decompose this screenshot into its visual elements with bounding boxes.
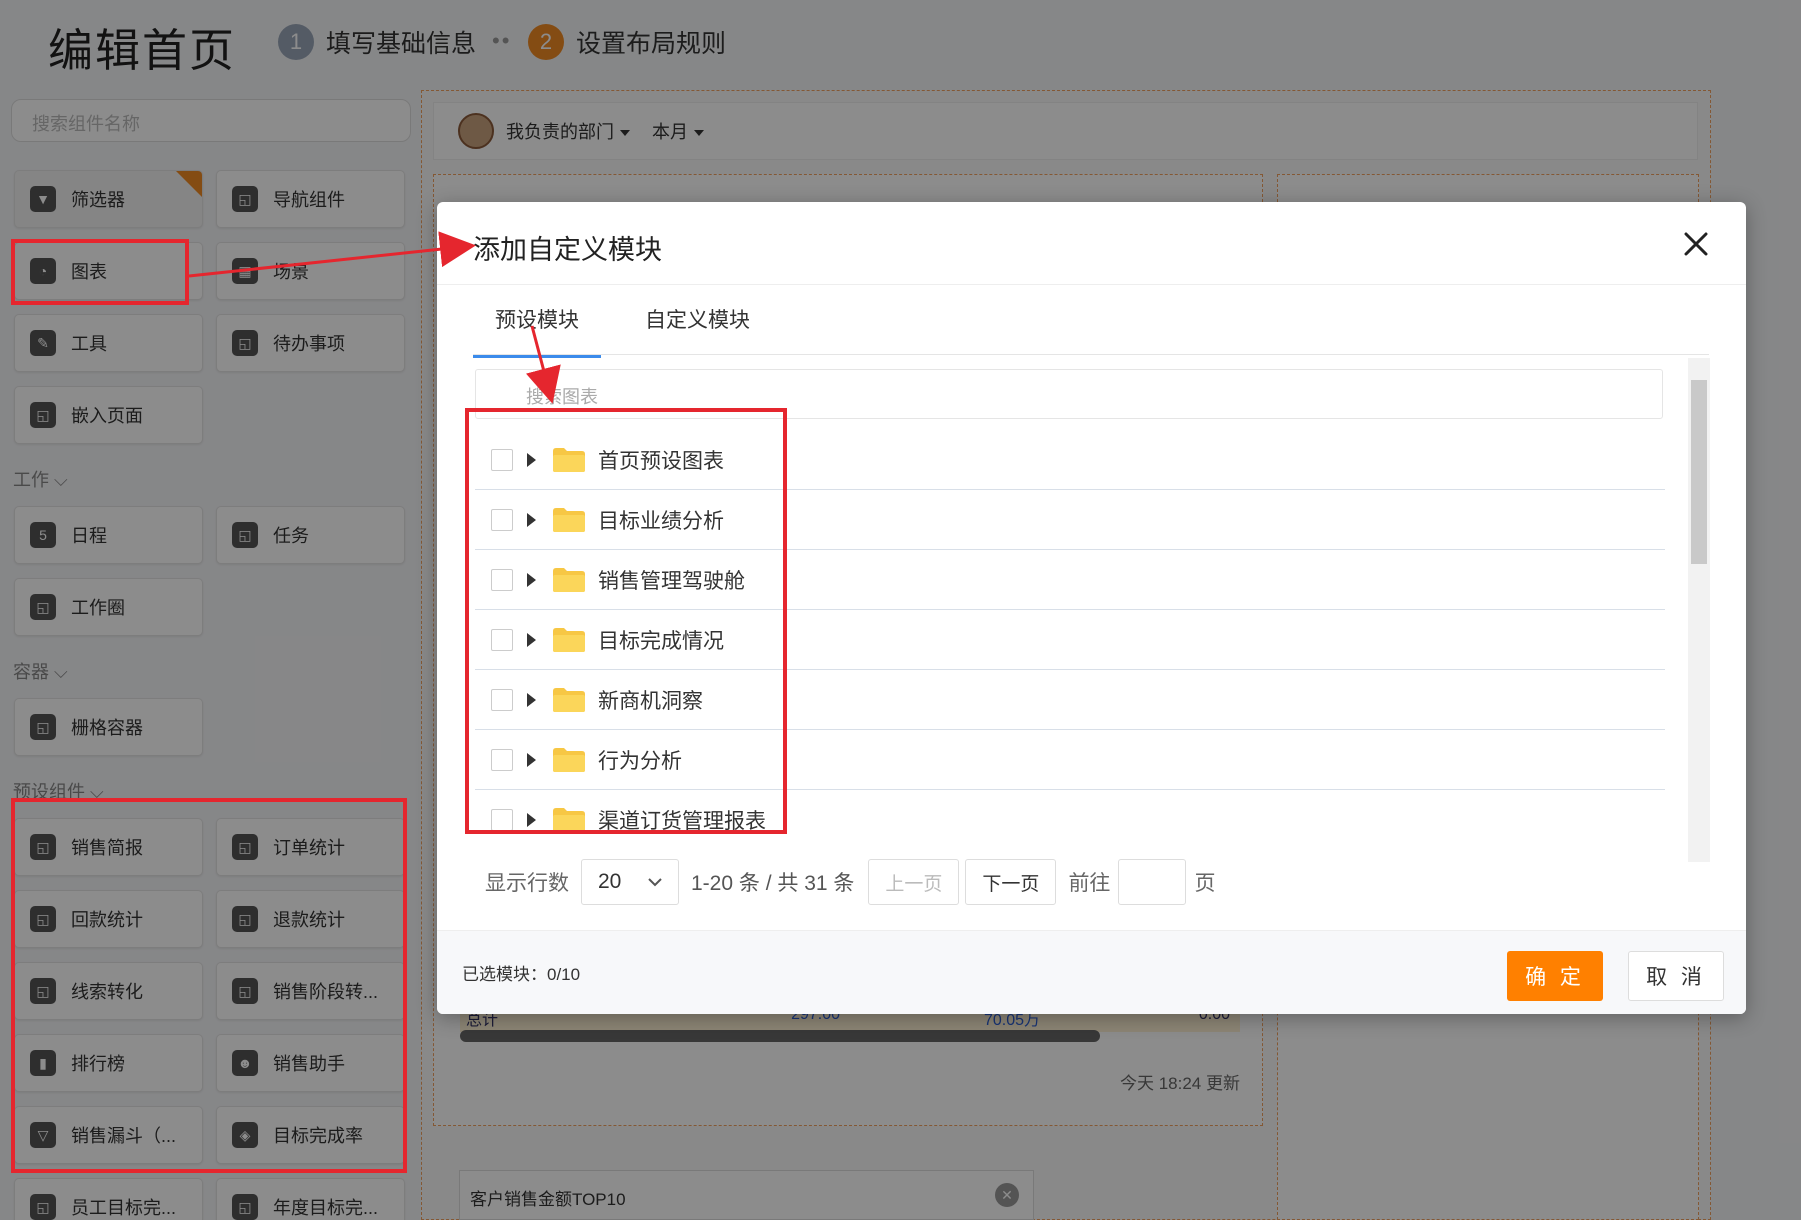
annotation-arrows (188, 231, 561, 404)
arrow-chart-to-dialog (188, 231, 476, 278)
arrow-tab-to-list (525, 325, 561, 404)
